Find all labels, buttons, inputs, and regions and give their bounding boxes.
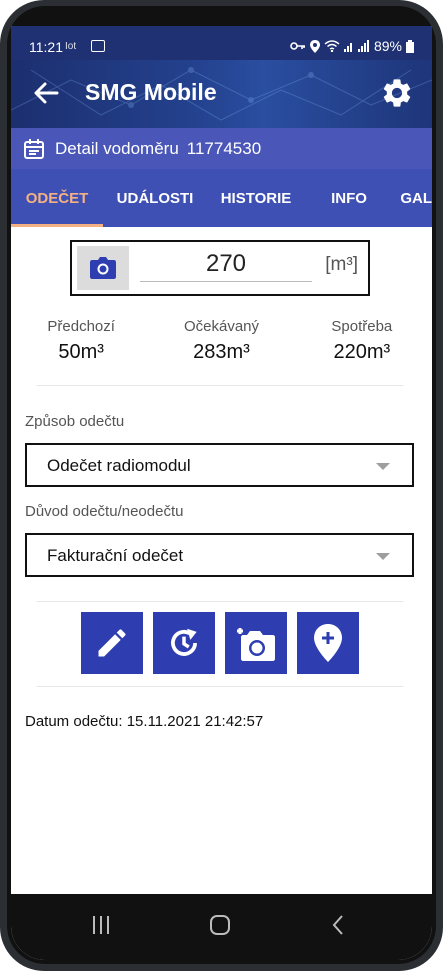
stat-consumption: Spotřeba 220m³: [292, 318, 432, 364]
network-background-graphic: [11, 67, 432, 121]
meter-detail-label: Detail vodoměru: [55, 138, 179, 158]
stat-previous-value: 50m³: [58, 341, 104, 363]
tab-udalosti[interactable]: UDÁLOSTI: [103, 169, 207, 227]
reading-value-input[interactable]: 270: [140, 250, 312, 282]
dropdown-caret-icon: [376, 553, 390, 560]
divider: [37, 385, 403, 386]
camera-button[interactable]: [77, 246, 129, 290]
action-buttons: [81, 612, 359, 674]
divider: [37, 601, 403, 602]
dropdown-caret-icon: [376, 463, 390, 470]
battery-percent: 89%: [373, 38, 402, 54]
settings-gear-icon[interactable]: [380, 76, 414, 110]
stats-row: Předchozí 50m³ Očekávaný 283m³ Spotřeba …: [11, 318, 432, 364]
edit-button[interactable]: [81, 612, 143, 674]
phone-frame: 11:21 Iot 89% SMG Mobile Detail vodoměru…: [0, 0, 443, 971]
app-title: SMG Mobile: [85, 79, 217, 105]
add-location-button[interactable]: [297, 612, 359, 674]
method-select[interactable]: Odečet radiomodul: [25, 443, 414, 487]
history-button[interactable]: [153, 612, 215, 674]
stat-consumption-value: 220m³: [333, 341, 391, 363]
reason-select-value: Fakturační odečet: [47, 546, 184, 565]
tab-bar: ODEČET UDÁLOSTI HISTORIE INFO GAL: [11, 169, 432, 227]
back-arrow-icon[interactable]: [33, 80, 59, 106]
tab-info[interactable]: INFO: [305, 169, 393, 227]
stat-previous: Předchozí 50m³: [11, 318, 151, 364]
stat-consumption-label: Spotřeba: [331, 318, 393, 335]
tab-galerie[interactable]: GAL: [393, 169, 432, 227]
phone-bezel: 11:21 Iot 89% SMG Mobile Detail vodoměru…: [7, 6, 436, 964]
reason-select[interactable]: Fakturační odečet: [25, 533, 414, 577]
reason-label: Důvod odečtu/neodečtu: [25, 503, 184, 520]
reading-input-box: 270 [m³]: [70, 240, 370, 296]
battery-icon: [406, 39, 414, 53]
home-icon[interactable]: [209, 914, 231, 936]
reading-unit: [m³]: [325, 254, 358, 275]
stat-expected: Očekávaný 283m³: [151, 318, 291, 364]
status-bar: 11:21 Iot 89%: [11, 26, 432, 60]
location-icon: [309, 39, 320, 53]
edit-icon: [98, 629, 126, 657]
stat-expected-value: 283m³: [193, 341, 250, 363]
add-photo-icon: [237, 628, 275, 661]
screen: 11:21 Iot 89% SMG Mobile Detail vodoměru…: [11, 26, 432, 960]
stat-previous-label: Předchozí: [47, 318, 115, 335]
status-right: 89%: [290, 38, 414, 54]
camera-icon: [90, 257, 116, 279]
stat-expected-label: Očekávaný: [183, 318, 260, 335]
add-location-icon: [314, 624, 342, 662]
back-nav-icon[interactable]: [331, 914, 345, 936]
tab-odecet[interactable]: ODEČET: [11, 169, 103, 227]
method-select-value: Odečet radiomodul: [47, 456, 191, 475]
meter-number: 11774530: [186, 138, 262, 158]
calendar-icon: [24, 138, 44, 159]
key-icon: [290, 42, 305, 50]
history-icon: [171, 628, 197, 656]
add-photo-button[interactable]: [225, 612, 287, 674]
system-nav-bar: [11, 894, 432, 960]
tab-historie[interactable]: HISTORIE: [207, 169, 305, 227]
status-time: 11:21: [29, 39, 63, 55]
gallery-icon: [91, 40, 105, 52]
app-bar: SMG Mobile: [11, 60, 432, 128]
wifi-icon: [324, 40, 340, 52]
signal-icon: [343, 40, 369, 52]
method-label: Způsob odečtu: [25, 413, 125, 430]
meter-detail-header: Detail vodoměru 11774530: [11, 128, 432, 169]
recent-apps-icon[interactable]: [91, 914, 111, 936]
divider: [37, 686, 403, 687]
reading-date: Datum odečtu: 15.11.2021 21:42:57: [25, 713, 264, 730]
status-iot: Iot: [65, 41, 77, 52]
